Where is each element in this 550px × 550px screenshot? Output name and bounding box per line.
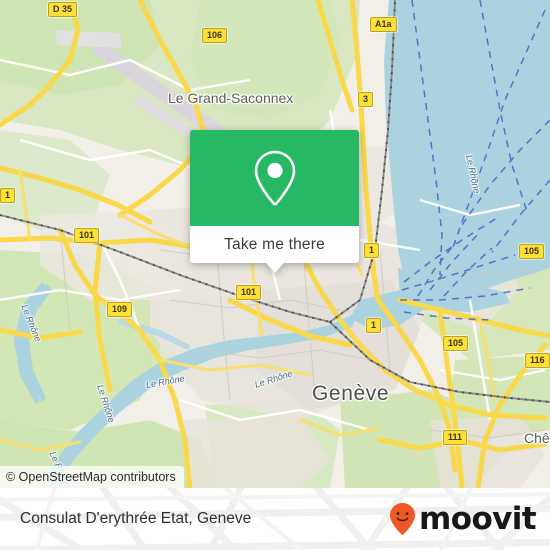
road-shield: 106 bbox=[202, 28, 228, 43]
road-shield: A1a bbox=[370, 17, 397, 32]
road-shield: 111 bbox=[443, 430, 468, 445]
road-shield: 105 bbox=[519, 244, 545, 259]
moovit-pin-icon bbox=[390, 503, 416, 535]
footer-bar: Consulat D'erythrée Etat, Geneve moovit bbox=[0, 488, 550, 550]
road-shield: 1 bbox=[366, 318, 382, 333]
road-shield: 109 bbox=[107, 302, 133, 317]
road-shield: 1 bbox=[0, 188, 16, 203]
road-shield: 116 bbox=[525, 353, 550, 368]
footer-content: Consulat D'erythrée Etat, Geneve moovit bbox=[0, 488, 550, 550]
road-shield: 101 bbox=[74, 228, 100, 243]
popup-card-header bbox=[190, 130, 359, 226]
map-canvas[interactable]: Le Rhône Le Rhône Le Rhône Le Rhône Le R… bbox=[0, 0, 550, 488]
road-shield: 1 bbox=[364, 243, 380, 258]
road-shield: 3 bbox=[358, 92, 374, 107]
take-me-there-label: Take me there bbox=[224, 235, 325, 253]
popup-card-action[interactable]: Take me there bbox=[190, 226, 359, 273]
location-popup-card[interactable]: Take me there bbox=[190, 130, 359, 273]
road-shield: 105 bbox=[443, 336, 469, 351]
osm-attribution[interactable]: © OpenStreetMap contributors bbox=[0, 466, 184, 488]
app-root: Le Rhône Le Rhône Le Rhône Le Rhône Le R… bbox=[0, 0, 550, 550]
poi-title: Consulat D'erythrée Etat, Geneve bbox=[20, 510, 252, 527]
popup-card-pointer bbox=[265, 263, 284, 273]
moovit-wordmark: moovit bbox=[419, 500, 537, 537]
road-shield: D 35 bbox=[48, 2, 78, 17]
road-shield: 101 bbox=[236, 285, 262, 300]
moovit-brand[interactable]: moovit bbox=[389, 500, 537, 537]
map-pin-icon bbox=[254, 150, 295, 206]
